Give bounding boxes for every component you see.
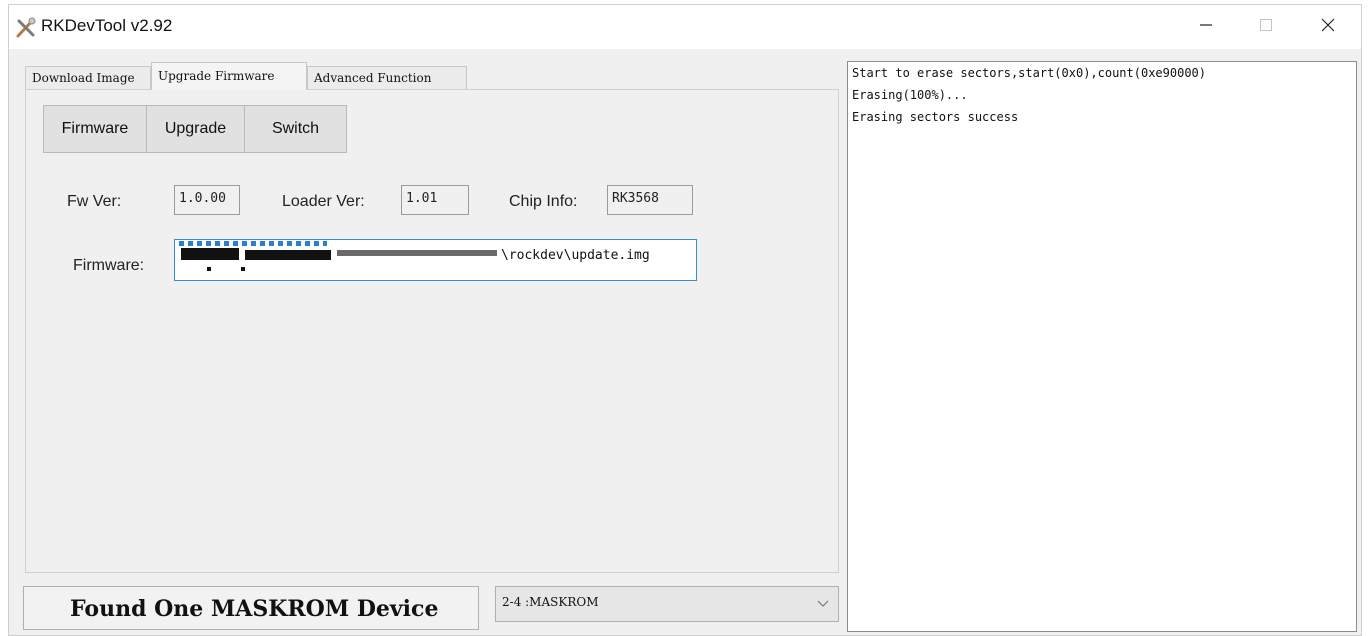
tab-download-image[interactable]: Download Image: [25, 66, 151, 90]
redaction-block: [181, 248, 239, 260]
firmware-button[interactable]: Firmware: [43, 105, 147, 153]
window-title: RKDevTool v2.92: [41, 16, 173, 35]
minimize-icon: [1199, 18, 1213, 37]
fw-ver-label: Fw Ver:: [67, 193, 122, 210]
minimize-button[interactable]: [1179, 5, 1233, 49]
maximize-icon: [1259, 18, 1273, 37]
tab-advanced-function[interactable]: Advanced Function: [307, 66, 467, 90]
redaction-block: [207, 267, 211, 271]
log-line: Erasing sectors success: [852, 110, 1019, 124]
title-bar: RKDevTool v2.92: [9, 5, 1361, 49]
rk-tool-icon: [15, 17, 37, 39]
close-icon: [1321, 18, 1335, 37]
redaction-block: [245, 250, 331, 260]
loader-ver-label: Loader Ver:: [282, 193, 365, 210]
chip-info-field: RK3568: [607, 185, 693, 215]
loader-ver-field: 1.01: [401, 185, 469, 215]
upgrade-button[interactable]: Upgrade: [147, 105, 245, 153]
device-select[interactable]: 2-4 :MASKROM: [495, 586, 839, 622]
fw-ver-field: 1.0.00: [174, 185, 240, 215]
log-line: Start to erase sectors,start(0x0),count(…: [852, 66, 1207, 80]
close-button[interactable]: [1301, 5, 1355, 49]
redaction-block: [337, 250, 497, 256]
chip-info-label: Chip Info:: [509, 193, 578, 210]
firmware-path-input[interactable]: \rockdev\update.img: [174, 239, 697, 281]
switch-button[interactable]: Switch: [245, 105, 347, 153]
device-status-text: Found One MASKROM Device: [70, 596, 439, 622]
redaction-marks: [179, 241, 327, 246]
app-window: RKDevTool v2.92 Download Image Upgrade F…: [8, 4, 1362, 636]
chevron-down-icon: [816, 596, 830, 610]
tab-upgrade-firmware[interactable]: Upgrade Firmware: [151, 62, 307, 90]
maximize-button[interactable]: [1239, 5, 1293, 49]
firmware-toolbar: Firmware Upgrade Switch: [43, 105, 347, 153]
redaction-block: [241, 267, 245, 271]
firmware-path-text: \rockdev\update.img: [501, 248, 650, 263]
log-line: Erasing(100%)...: [852, 88, 968, 102]
firmware-path-label: Firmware:: [73, 257, 145, 274]
upgrade-firmware-panel: [25, 89, 839, 573]
device-status-box: Found One MASKROM Device: [23, 586, 479, 630]
log-output-panel[interactable]: Start to erase sectors,start(0x0),count(…: [847, 61, 1357, 632]
device-select-value: 2-4 :MASKROM: [502, 595, 599, 609]
